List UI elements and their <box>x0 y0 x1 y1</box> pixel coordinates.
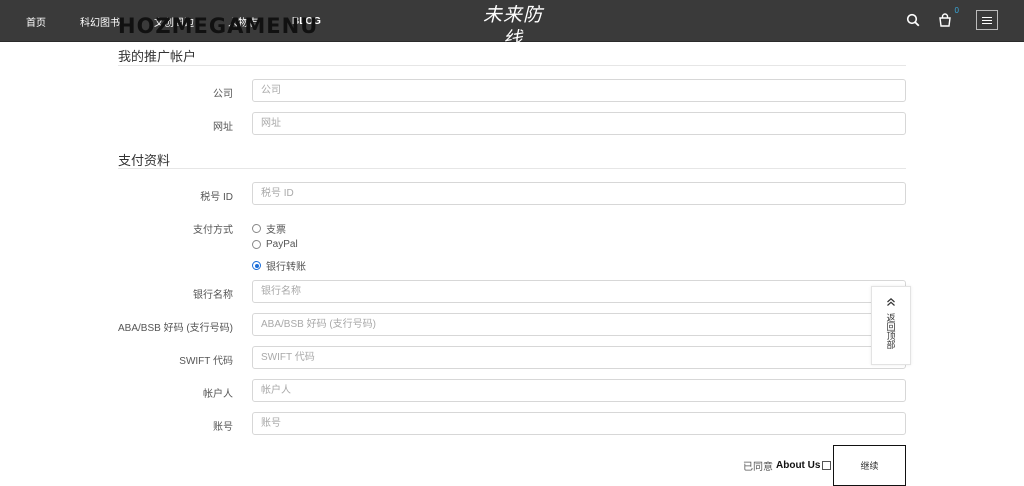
mega-menu-overlay-text: HOZMEGAMENU <box>118 14 319 38</box>
site-logo[interactable]: 未来防线 Future Defense <box>478 3 548 57</box>
payment-option-bank-transfer[interactable]: 银行转账 <box>252 258 306 273</box>
tax-id-input[interactable] <box>252 182 906 205</box>
website-label: 网址 <box>213 122 233 133</box>
account-number-label: 账号 <box>213 422 233 433</box>
section-divider <box>118 65 906 66</box>
cart-icon[interactable]: 0 <box>934 6 959 31</box>
logo-chinese: 未来防线 <box>482 4 543 50</box>
tax-id-label: 税号 ID <box>200 192 233 203</box>
account-holder-input[interactable] <box>252 379 906 402</box>
nav-scifi-books[interactable]: 科幻图书 <box>80 14 120 29</box>
company-input[interactable] <box>252 79 906 102</box>
payment-option-label: 支票 <box>266 225 286 236</box>
agree-terms: 已同意 About Us <box>743 458 832 473</box>
header-actions: 0 <box>892 6 998 31</box>
nav-home[interactable]: 首页 <box>26 14 46 29</box>
swift-code-input[interactable] <box>252 346 906 369</box>
agree-checkbox[interactable] <box>822 461 832 470</box>
account-number-input[interactable] <box>252 412 906 435</box>
cart-count-badge: 0 <box>954 6 959 15</box>
payment-option-label: 银行转账 <box>266 262 306 273</box>
bank-name-input[interactable] <box>252 280 906 303</box>
payment-option-cheque[interactable]: 支票 <box>252 221 286 236</box>
company-label: 公司 <box>213 89 233 100</box>
radio-button-selected[interactable] <box>252 261 261 270</box>
top-header: 首页 科幻图书 文创周边 人物志 BLOG HOZMEGAMENU 未来防线 F… <box>0 0 1024 57</box>
payment-section-title: 支付资料 <box>118 153 171 168</box>
section-divider <box>118 168 906 169</box>
agree-text: 已同意 <box>743 462 773 473</box>
menu-icon[interactable] <box>976 10 998 30</box>
radio-button[interactable] <box>252 240 261 249</box>
continue-button[interactable]: 继续 <box>833 445 906 486</box>
about-us-link[interactable]: About Us <box>776 460 820 471</box>
payment-method-label: 支付方式 <box>193 225 233 236</box>
payment-option-paypal[interactable]: PayPal <box>252 239 298 250</box>
aba-bsb-label: ABA/BSB 好码 (支行号码) <box>118 323 234 334</box>
aba-bsb-input[interactable] <box>252 313 906 336</box>
radio-button[interactable] <box>252 224 261 233</box>
payment-option-label: PayPal <box>266 239 298 250</box>
search-icon[interactable] <box>902 9 924 31</box>
double-chevron-up-icon <box>887 297 895 306</box>
account-holder-label: 帐户人 <box>203 389 233 400</box>
swift-code-label: SWIFT 代码 <box>179 356 233 367</box>
logo-english: Future Defense <box>488 51 538 57</box>
website-input[interactable] <box>252 112 906 135</box>
back-to-top-label: 返回顶部 <box>885 313 896 349</box>
back-to-top-button[interactable]: 返回顶部 <box>871 286 911 365</box>
bank-name-label: 银行名称 <box>193 290 233 301</box>
affiliate-section-title: 我的推广帐户 <box>118 49 197 64</box>
